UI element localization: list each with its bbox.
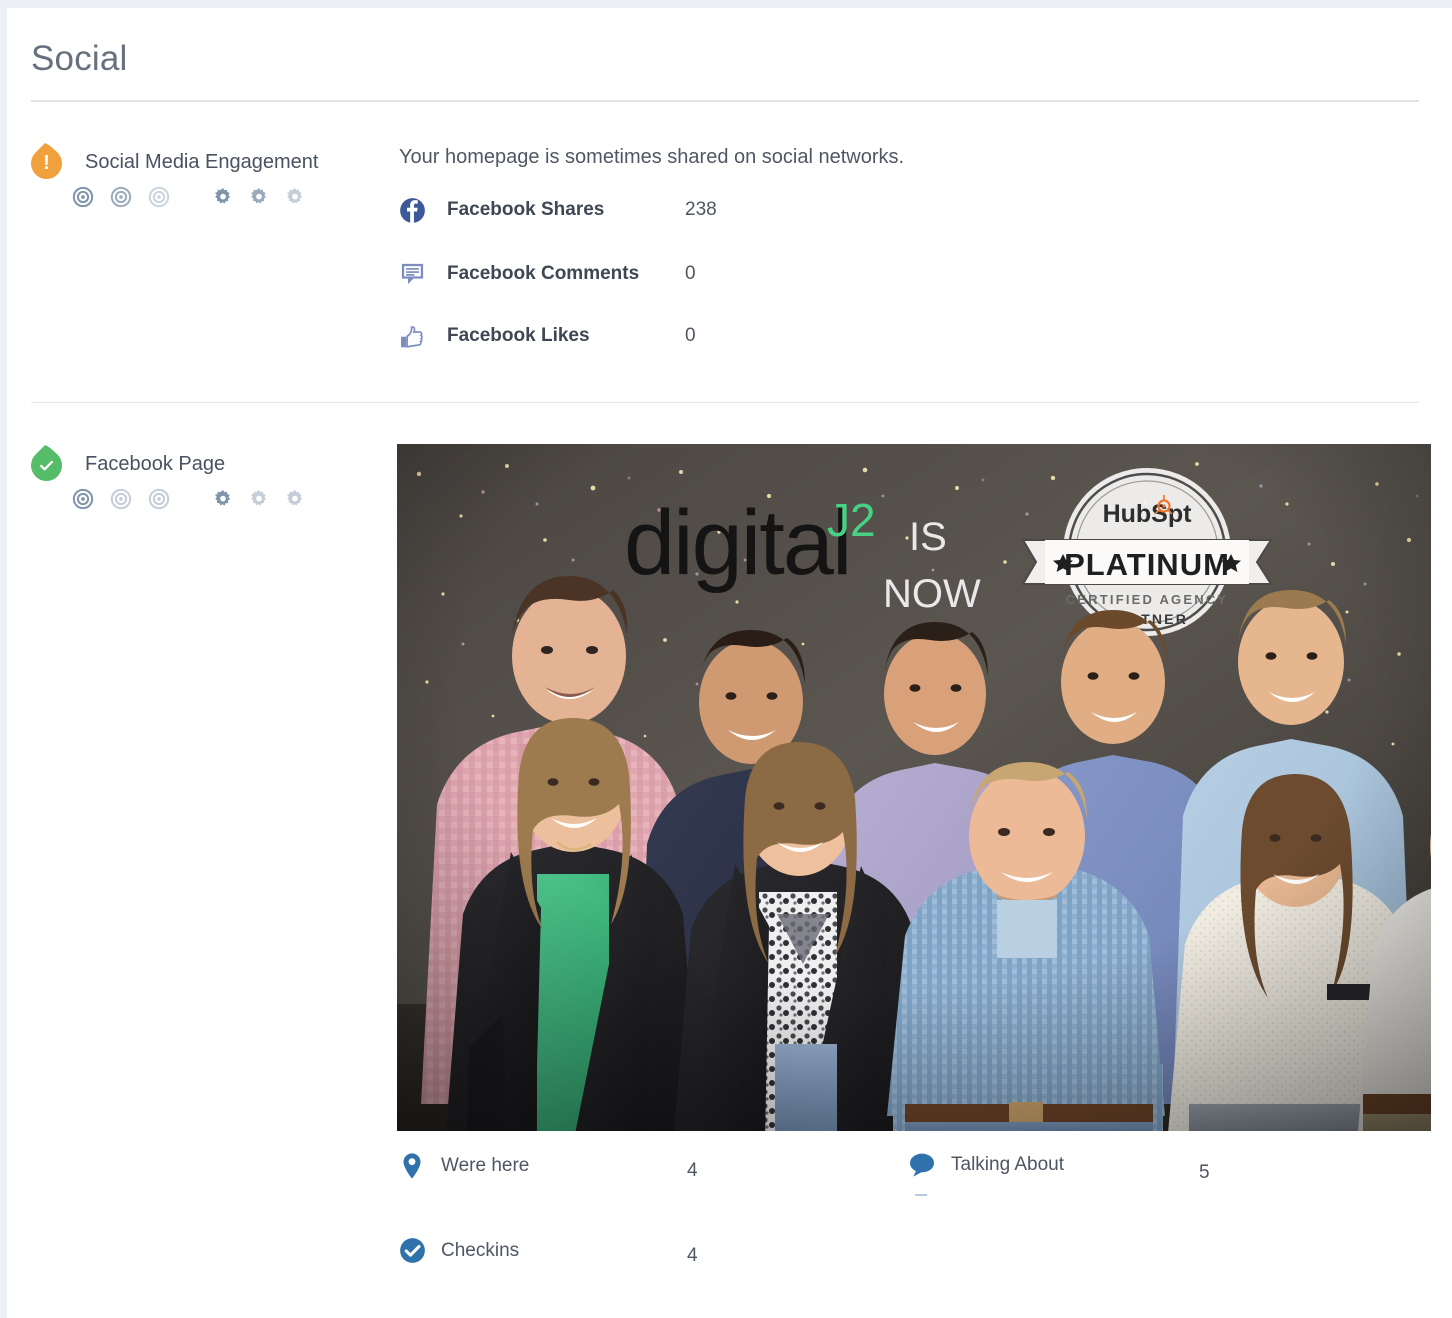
clipped-icon-remnant — [915, 1194, 927, 1196]
target-icon-3[interactable] — [148, 186, 170, 213]
metric-row-facebook-shares: Facebook Shares — [399, 194, 604, 226]
stat-were-here: Were here — [397, 1152, 529, 1180]
metric-row-facebook-comments: Facebook Comments — [399, 258, 639, 290]
facebook-comment-icon — [399, 261, 427, 288]
social-report-card: Social ! Social Media Engagement Your ho… — [7, 8, 1452, 1318]
metric-label: Facebook Likes — [447, 325, 590, 346]
check-badge-icon — [24, 443, 69, 488]
section-header: Facebook Page — [24, 443, 381, 488]
section-title: Facebook Page — [85, 453, 226, 475]
map-pin-icon — [397, 1152, 427, 1180]
metric-value-facebook-comments: 0 — [685, 263, 696, 284]
stat-label: Checkins — [441, 1239, 520, 1261]
metric-label: Facebook Comments — [447, 263, 640, 284]
facebook-cover-photo[interactable]: digital J2 IS NOW HubSpt PLATINUM CERTIF — [397, 444, 1431, 1131]
gear-icon-2[interactable] — [248, 488, 270, 515]
section-divider — [31, 402, 1419, 403]
metric-value-facebook-shares: 238 — [685, 199, 717, 220]
stat-value-talking-about: 5 — [1199, 1162, 1210, 1183]
section-2-icon-row — [72, 488, 320, 515]
target-icon-1[interactable] — [72, 186, 94, 213]
metric-label: Facebook Shares — [447, 199, 605, 220]
gear-icon-3[interactable] — [284, 186, 306, 213]
stat-talking-about: Talking About — [907, 1152, 1064, 1178]
exclamation-badge-icon: ! — [24, 141, 69, 186]
facebook-f-icon — [399, 197, 427, 224]
section-1-icon-row — [72, 186, 320, 213]
target-icon-2[interactable] — [110, 488, 132, 515]
section-title: Social Media Engagement — [85, 151, 319, 173]
metric-row-facebook-likes: Facebook Likes — [399, 320, 590, 352]
speech-bubble-icon — [907, 1152, 937, 1178]
stat-checkins: Checkins — [397, 1237, 519, 1264]
facebook-thumbs-up-icon — [399, 323, 427, 350]
section-facebook-page: Facebook Page — [24, 443, 381, 488]
target-icon-1[interactable] — [72, 488, 94, 515]
gear-icon-2[interactable] — [248, 186, 270, 213]
gear-icon-3[interactable] — [284, 488, 306, 515]
section-social-media-engagement: ! Social Media Engagement — [24, 141, 381, 186]
stat-value-were-here: 4 — [687, 1160, 698, 1181]
check-circle-icon — [397, 1237, 427, 1264]
page-title: Social — [31, 39, 128, 78]
engagement-intro-text: Your homepage is sometimes shared on soc… — [399, 146, 905, 168]
target-icon-2[interactable] — [110, 186, 132, 213]
stat-value-checkins: 4 — [687, 1245, 698, 1266]
title-divider — [31, 100, 1419, 102]
gear-icon-1[interactable] — [212, 488, 234, 515]
stat-label: Were here — [441, 1155, 530, 1176]
gear-icon-1[interactable] — [212, 186, 234, 213]
metric-value-facebook-likes: 0 — [685, 325, 696, 346]
target-icon-3[interactable] — [148, 488, 170, 515]
stat-label: Talking About — [951, 1154, 1065, 1175]
section-header: ! Social Media Engagement — [24, 141, 381, 186]
